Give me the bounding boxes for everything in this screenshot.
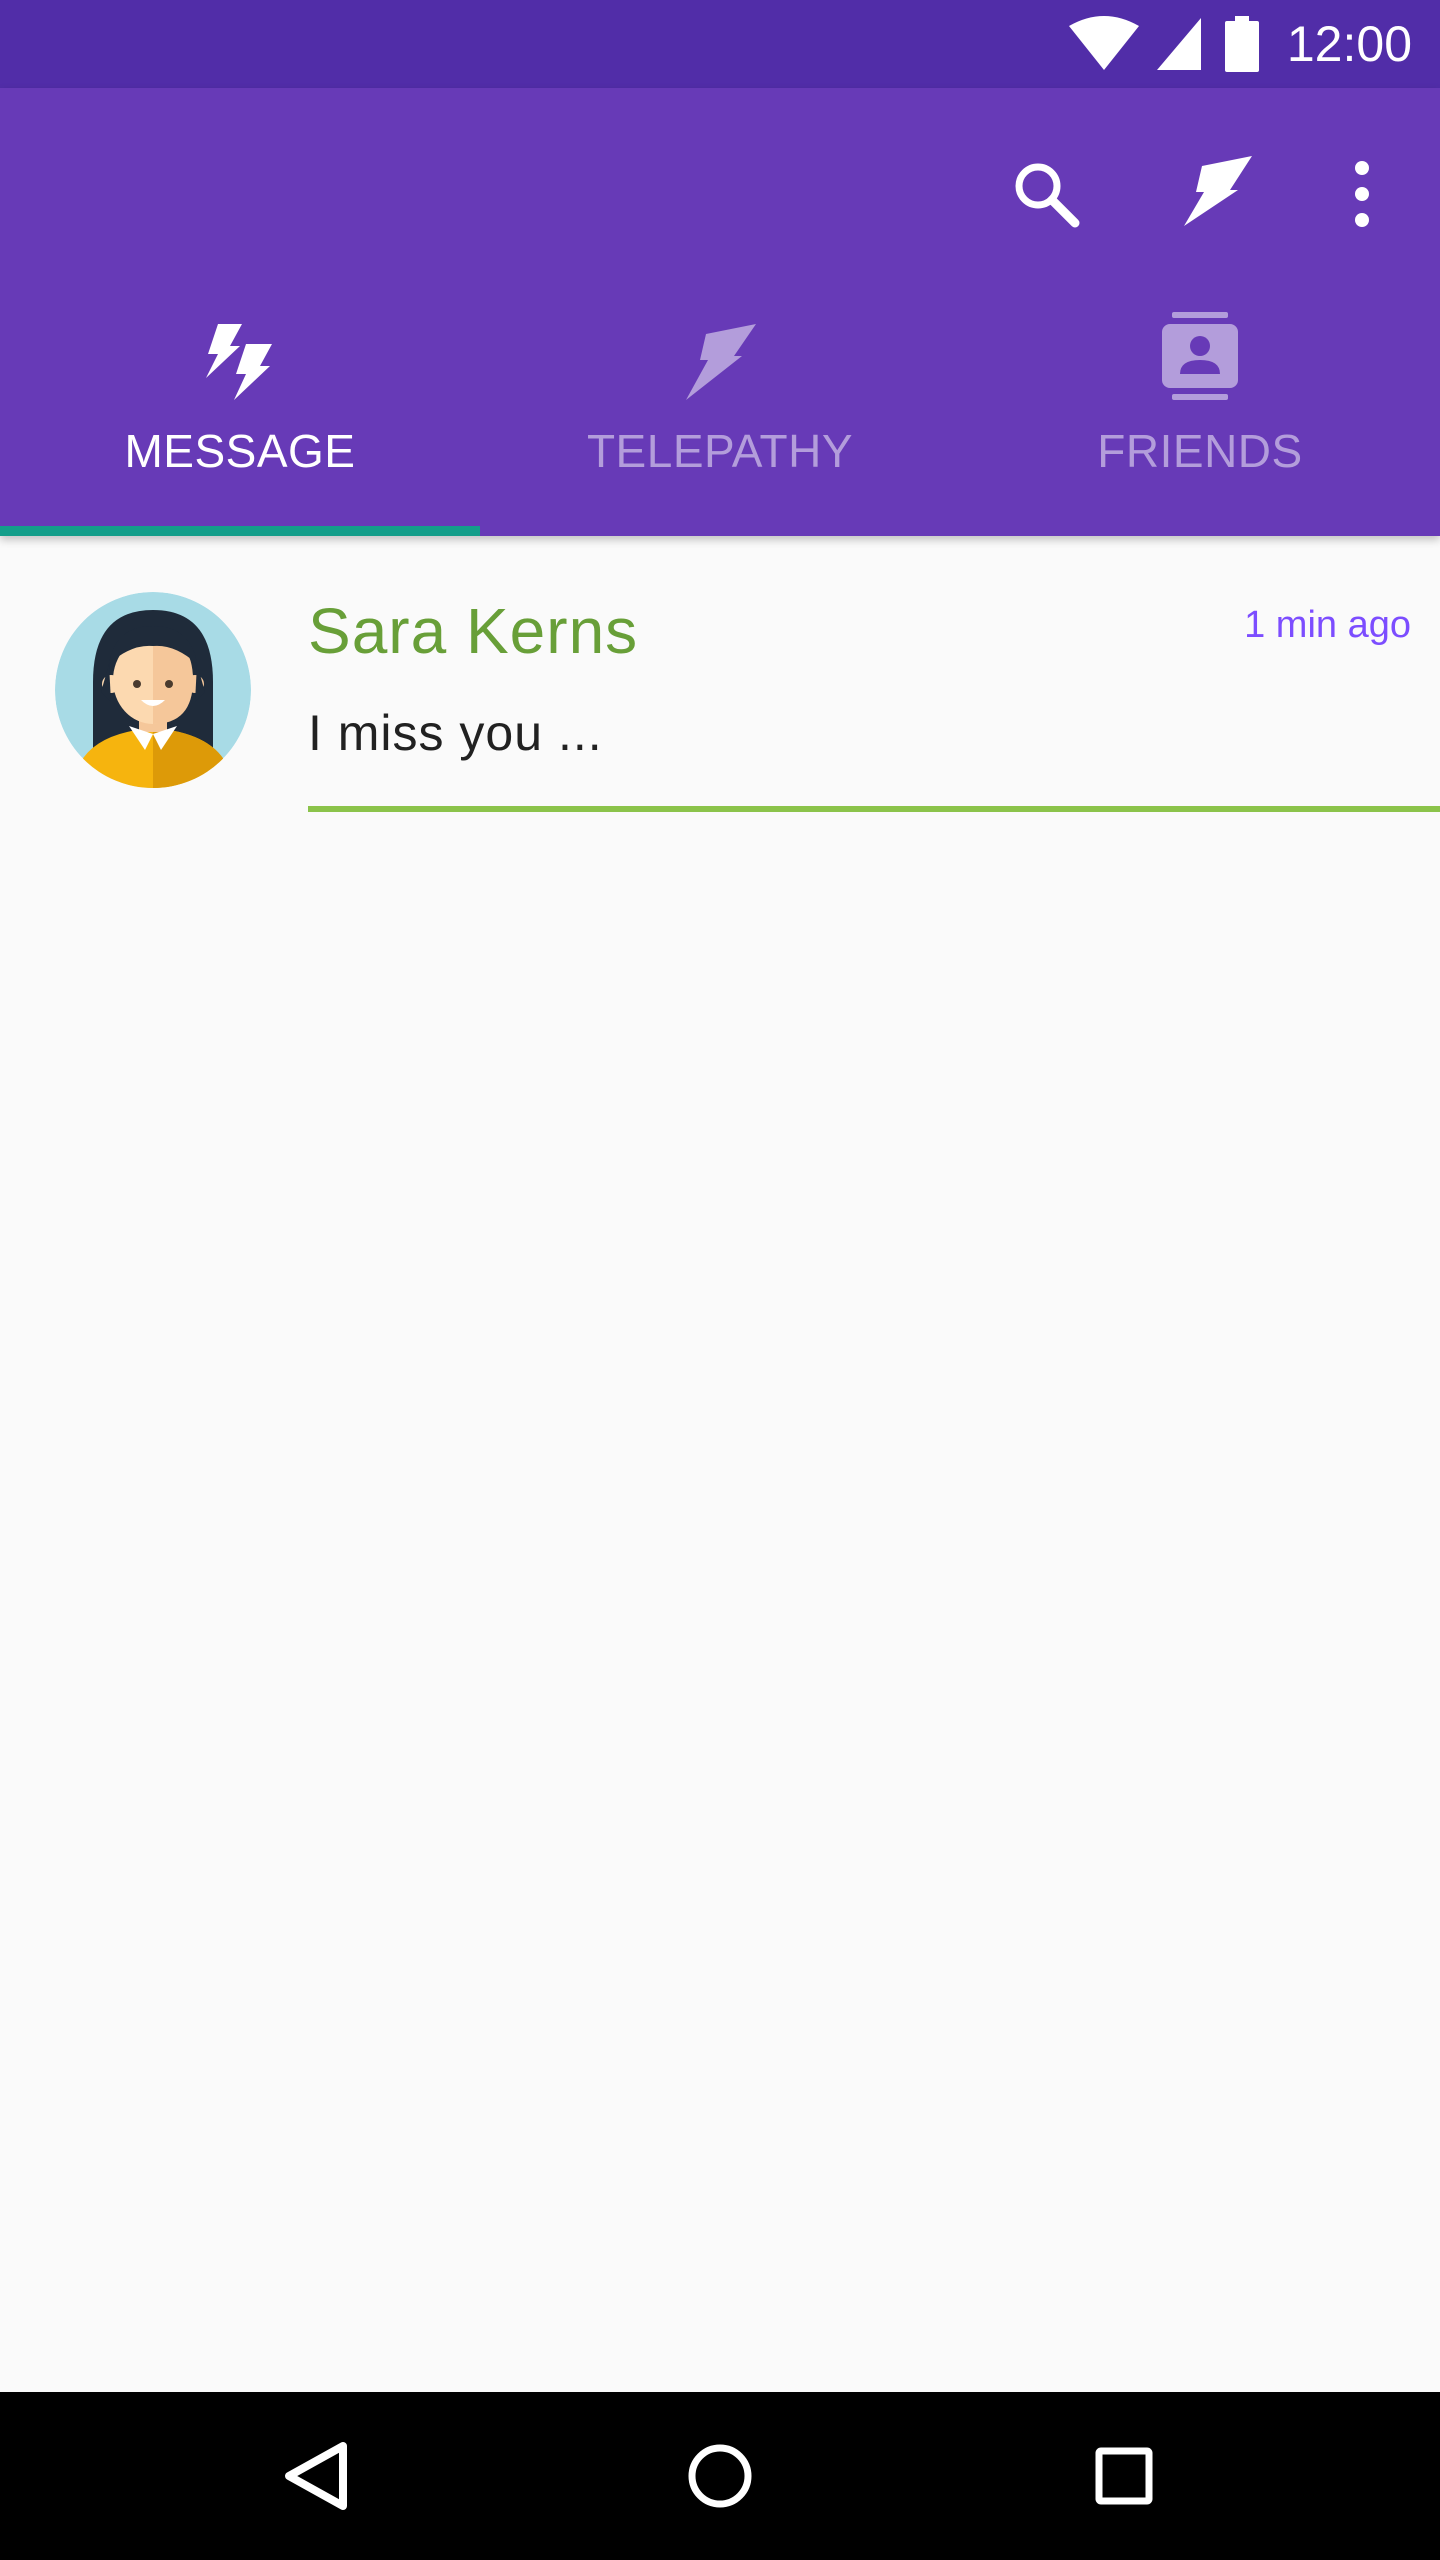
message-timestamp: 1 min ago [1244,604,1411,646]
status-time: 12:00 [1286,16,1412,72]
cell-signal-icon [1155,16,1203,72]
tab-telepathy-label: TELEPATHY [586,425,854,477]
back-icon[interactable] [266,2426,366,2526]
home-icon[interactable] [670,2426,770,2526]
battery-icon [1224,16,1259,72]
tab-message[interactable]: MESSAGE [0,298,480,536]
tab-message-label: MESSAGE [124,425,356,477]
recents-icon[interactable] [1074,2426,1174,2526]
contacts-icon [1162,298,1238,402]
bolt-icon [680,298,760,402]
avatar [55,592,251,788]
wifi-icon [1068,16,1139,72]
tab-telepathy[interactable]: TELEPATHY [480,298,960,536]
tab-friends-label: FRIENDS [1097,425,1303,477]
app-toolbar: MESSAGE TELEPATHY FRIENDS [0,88,1440,536]
sender-name: Sara Kerns [308,595,639,667]
tab-indicator [0,526,480,536]
more-vert-icon[interactable] [1314,146,1410,242]
status-icons: 12:00 [1068,0,1412,88]
status-bar: 12:00 [0,0,1440,88]
message-preview: I miss you ... [308,705,603,761]
search-icon[interactable] [998,146,1094,242]
row-divider [308,806,1440,812]
double-bolt-icon [200,298,280,402]
tab-friends[interactable]: FRIENDS [960,298,1440,536]
system-nav-bar [0,2392,1440,2560]
list-item[interactable]: Sara Kerns 1 min ago I miss you ... [0,536,1440,816]
telepathy-bolt-icon[interactable] [1168,146,1264,242]
